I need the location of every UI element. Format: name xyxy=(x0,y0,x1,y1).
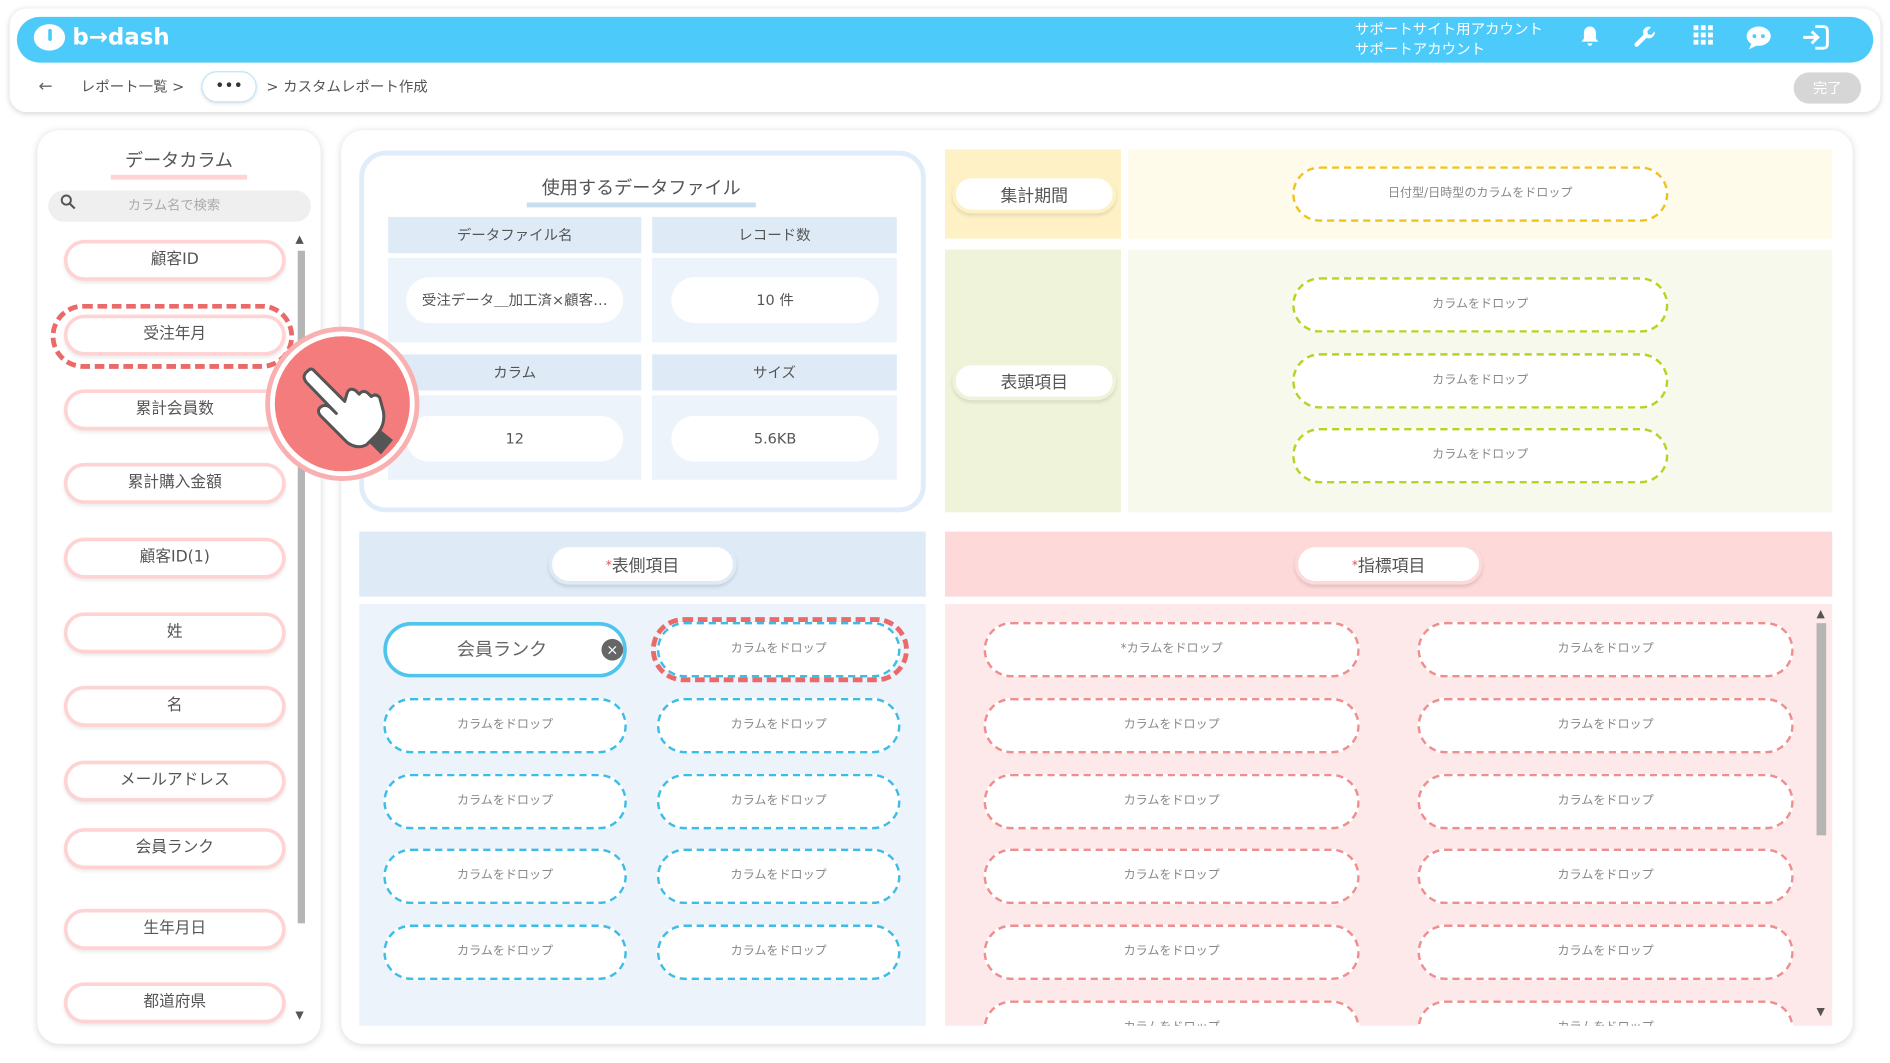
search-placeholder: カラム名で検索 xyxy=(127,197,221,214)
remove-item-icon[interactable]: × xyxy=(601,638,624,661)
data-file-title: 使用するデータファイル xyxy=(521,175,762,208)
column-item[interactable]: 都道府県 xyxy=(63,982,286,1024)
metric-drop-zone[interactable]: カラムをドロップ xyxy=(983,924,1360,980)
back-arrow-icon[interactable]: ← xyxy=(39,75,53,99)
account-name: サポートアカウント xyxy=(1354,40,1486,58)
breadcrumb-report-list[interactable]: レポート一覧 > xyxy=(81,75,185,99)
size-value: 5.6KB xyxy=(671,415,879,462)
metric-drop-zone[interactable]: カラムをドロップ xyxy=(983,773,1360,830)
pointing-hand-icon xyxy=(270,331,415,477)
drop-target-highlight xyxy=(650,617,909,683)
header-drop-zone[interactable]: カラムをドロップ xyxy=(1292,353,1669,409)
records-value: 10 件 xyxy=(671,277,879,324)
account-site: サポートサイト用アカウント xyxy=(1354,20,1543,38)
records-label: レコード数 xyxy=(652,216,897,254)
grid-icon[interactable] xyxy=(1688,24,1719,55)
metric-drop-zone[interactable]: カラムをドロップ xyxy=(1417,924,1794,980)
done-button[interactable]: 完了 xyxy=(1793,72,1862,104)
side-item-value: 会員ランク xyxy=(456,638,548,661)
column-item[interactable]: 顧客ID xyxy=(63,239,286,281)
side-item-filled[interactable]: 会員ランク × xyxy=(383,621,627,678)
side-drop-zone[interactable]: カラムをドロップ xyxy=(383,848,627,905)
period-drop-zone[interactable]: 日付型/日時型のカラムをドロップ xyxy=(1292,166,1669,222)
logout-icon[interactable] xyxy=(1800,24,1831,55)
metric-drop-zone[interactable]: カラムをドロップ xyxy=(983,1000,1360,1026)
breadcrumb-current: > カスタムレポート作成 xyxy=(266,78,428,96)
file-name-label: データファイル名 xyxy=(388,216,642,254)
scroll-up-icon[interactable]: ▲ xyxy=(1817,609,1825,621)
scroll-down-icon[interactable]: ▼ xyxy=(1817,1007,1825,1019)
breadcrumb-more-button[interactable]: ••• xyxy=(201,71,257,103)
columns-value: 12 xyxy=(406,415,624,462)
side-drop-zone[interactable]: カラムをドロップ xyxy=(656,924,901,980)
metric-drop-zone[interactable]: カラムをドロップ xyxy=(1417,1000,1794,1026)
metric-drop-zone[interactable]: *カラムをドロップ xyxy=(983,621,1360,678)
side-drop-zone[interactable]: カラムをドロップ xyxy=(656,773,901,830)
header-items-label: 表頭項目 xyxy=(952,361,1117,401)
side-items-label: *表側項目 xyxy=(548,543,737,585)
metric-scrollbar[interactable]: ▲ ▼ xyxy=(1813,609,1830,1021)
logo-text: b→dash xyxy=(72,24,170,51)
column-item[interactable]: 姓 xyxy=(63,612,286,654)
wrench-icon[interactable] xyxy=(1630,24,1661,55)
metric-drop-zone[interactable]: カラムをドロップ xyxy=(983,697,1360,754)
column-item[interactable]: 会員ランク xyxy=(63,828,286,870)
metric-drop-zone[interactable]: カラムをドロップ xyxy=(1417,697,1794,754)
file-name-value: 受注データ＿加工済×顧客… xyxy=(406,277,624,324)
metric-items-label: *指標項目 xyxy=(1294,543,1483,585)
column-item[interactable]: 顧客ID(1) xyxy=(63,537,286,579)
column-item[interactable]: メールアドレス xyxy=(63,760,286,802)
side-drop-zone[interactable]: カラムをドロップ xyxy=(656,697,901,754)
metric-items-area: *カラムをドロップ カラムをドロップ カラムをドロップ カラムをドロップ カラム… xyxy=(945,603,1833,1026)
metric-drop-zone[interactable]: カラムをドロップ xyxy=(1417,773,1794,830)
column-item[interactable]: 累計購入金額 xyxy=(63,462,286,504)
scroll-down-icon[interactable]: ▼ xyxy=(295,1010,303,1022)
header-drop-zone[interactable]: カラムをドロップ xyxy=(1292,427,1669,484)
metric-drop-zone[interactable]: カラムをドロップ xyxy=(1417,621,1794,678)
side-drop-zone[interactable]: カラムをドロップ xyxy=(383,924,627,980)
data-column-title: データカラム xyxy=(37,147,320,180)
side-drop-zone[interactable]: カラムをドロップ xyxy=(383,773,627,830)
side-drop-zone[interactable]: カラムをドロップ xyxy=(656,848,901,905)
size-label: サイズ xyxy=(652,354,897,391)
bell-icon[interactable] xyxy=(1574,24,1605,55)
column-item[interactable]: 生年月日 xyxy=(63,908,286,950)
scrollbar-thumb[interactable] xyxy=(1816,623,1827,836)
account-info[interactable]: サポートサイト用アカウント サポートアカウント xyxy=(1355,19,1543,60)
column-item[interactable]: 名 xyxy=(63,685,286,727)
side-drop-zone[interactable]: カラムをドロップ xyxy=(383,697,627,754)
scroll-up-icon[interactable]: ▲ xyxy=(295,234,303,246)
logo-mark-icon xyxy=(33,24,66,51)
header-drop-zone[interactable]: カラムをドロップ xyxy=(1292,277,1669,333)
search-icon xyxy=(60,190,76,221)
logo[interactable]: b→dash xyxy=(33,24,170,51)
chat-bot-icon[interactable] xyxy=(1743,24,1774,55)
period-label: 集計期間 xyxy=(952,174,1117,214)
column-item[interactable]: 累計会員数 xyxy=(63,389,286,431)
column-search-input[interactable]: カラム名で検索 xyxy=(48,190,311,222)
columns-label: カラム xyxy=(388,354,642,391)
metric-drop-zone[interactable]: カラムをドロップ xyxy=(1417,848,1794,905)
dragged-column-highlight xyxy=(50,303,295,369)
metric-drop-zone[interactable]: カラムをドロップ xyxy=(983,848,1360,905)
